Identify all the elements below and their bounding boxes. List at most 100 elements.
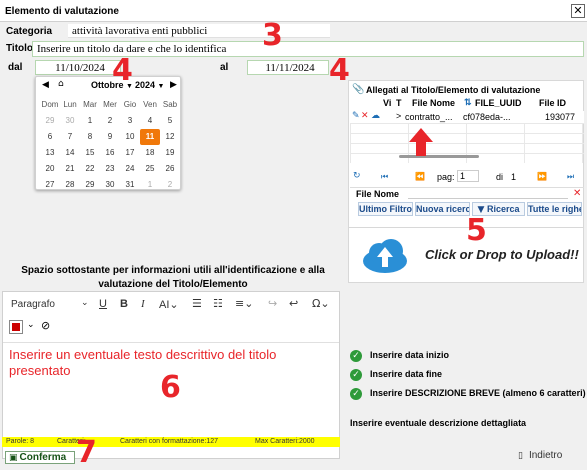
sort-icon[interactable]: ⇅ (464, 97, 472, 108)
calendar-day[interactable]: 8 (80, 129, 100, 145)
from-date-input[interactable]: 11/10/2024 (35, 60, 121, 75)
calendar-day[interactable]: 14 (60, 145, 80, 161)
calendar-day[interactable]: 3 (120, 113, 140, 129)
calendar-day[interactable]: 4 (140, 113, 160, 129)
col-file-uuid[interactable]: FILE_UUID (475, 98, 522, 108)
col-file-id[interactable]: File ID (539, 98, 566, 108)
font-size-icon[interactable]: AI⌄ (159, 298, 179, 311)
calendar-day[interactable]: 31 (120, 177, 140, 193)
calendar-day[interactable]: 24 (120, 161, 140, 177)
annotation-5: 5 (466, 213, 487, 248)
last-filter-button[interactable]: Ultimo Filtro (358, 202, 413, 216)
calendar-day[interactable]: 6 (40, 129, 60, 145)
last-page-icon[interactable]: ⏭ (567, 172, 574, 182)
underline-icon[interactable]: U (99, 298, 107, 310)
calendar-day[interactable]: 1 (80, 113, 100, 129)
text-color-icon[interactable] (9, 320, 23, 334)
col-vi[interactable]: Vi (383, 98, 391, 108)
calendar-day[interactable]: 9 (100, 129, 120, 145)
paragraph-select[interactable]: Paragrafo (11, 299, 55, 310)
calendar-day[interactable]: 25 (140, 161, 160, 177)
calendar-day[interactable]: 7 (60, 129, 80, 145)
to-date-input[interactable]: 11/11/2024 (247, 60, 329, 75)
first-page-icon[interactable]: ⏮ (381, 172, 388, 182)
calendar-day[interactable]: 21 (60, 161, 80, 177)
calendar-day[interactable]: 13 (40, 145, 60, 161)
cloud-icon[interactable]: ☁ (371, 111, 380, 121)
back-icon: ▯ (518, 451, 523, 461)
calendar-day[interactable]: 20 (40, 161, 60, 177)
calendar-day[interactable]: 28 (60, 177, 80, 193)
year-select[interactable]: 2024 ▼ (135, 80, 164, 90)
back-button[interactable]: ▯ Indietro (518, 450, 586, 464)
validation-checklist: ✓ Inserire data inizio ✓ Inserire data fin… (350, 348, 586, 430)
redo-icon[interactable]: ↪ (268, 297, 277, 310)
col-file-name[interactable]: File Nome (412, 98, 455, 108)
italic-icon[interactable]: I (141, 298, 145, 310)
calendar-day[interactable]: 11 (140, 129, 160, 145)
clear-filter-icon[interactable]: ✕ (573, 188, 581, 199)
back-label: Indietro (528, 450, 563, 461)
filter-input[interactable] (408, 189, 568, 199)
check-item-label: Inserire data inizio (370, 350, 450, 360)
new-search-button[interactable]: Nuova ricerca (415, 202, 470, 216)
numbered-list-icon[interactable]: ☷ (213, 297, 223, 310)
calendar-day[interactable]: 26 (160, 161, 180, 177)
calendar-day[interactable]: 5 (160, 113, 180, 129)
calendar-day[interactable]: 12 (160, 129, 180, 145)
confirm-label: Conferma (19, 452, 67, 463)
link-icon[interactable]: ⊘ (41, 319, 50, 332)
delete-icon[interactable]: ✕ (361, 111, 369, 121)
calendar-day[interactable]: 18 (140, 145, 160, 161)
calendar-day[interactable]: 15 (80, 145, 100, 161)
check-item: ✓ Inserire data inizio (350, 348, 586, 367)
home-icon[interactable]: ⌂ (58, 79, 64, 89)
calendar-day[interactable]: 29 (40, 113, 60, 129)
calendar-day[interactable]: 10 (120, 129, 140, 145)
check-note: Inserire eventuale descrizione dettaglia… (350, 418, 527, 428)
refresh-icon[interactable]: ↻ (353, 171, 361, 181)
calendar-day[interactable]: 22 (80, 161, 100, 177)
text-color-dropdown-icon[interactable]: ⌄ (27, 320, 35, 330)
category-field[interactable]: attività lavorativa enti pubblici (68, 24, 330, 38)
all-rows-button[interactable]: Tutte le righe (527, 202, 582, 216)
upload-text: Click or Drop to Upload!! (425, 247, 579, 262)
confirm-button[interactable]: ▣ Conferma (5, 451, 75, 464)
calendar-day[interactable]: 2 (100, 113, 120, 129)
prev-page-icon[interactable]: ⏪ (415, 172, 425, 181)
close-button[interactable]: ✕ (571, 4, 585, 18)
special-char-icon[interactable]: Ω⌄ (312, 297, 330, 310)
page-input[interactable]: 1 (457, 170, 479, 182)
calendar-day[interactable]: 27 (40, 177, 60, 193)
calendar-day[interactable]: 29 (80, 177, 100, 193)
chevron-down-icon[interactable]: ⌄ (81, 298, 89, 308)
undo-icon[interactable]: ↩ (289, 297, 298, 310)
year-label: 2024 (135, 80, 156, 90)
max-chars: Max Caratteri:2000 (255, 438, 315, 445)
chevron-right-icon[interactable]: > (396, 111, 401, 121)
calendar-day[interactable]: 2 (160, 177, 180, 193)
calendar-day[interactable]: 16 (100, 145, 120, 161)
calendar-day[interactable]: 30 (60, 113, 80, 129)
dialog-header: Elemento di valutazione ✕ (0, 0, 587, 22)
calendar-day[interactable]: 30 (100, 177, 120, 193)
calendar-day[interactable]: 1 (140, 177, 160, 193)
editor-instructions: Spazio sottostante per informazioni util… (21, 265, 325, 290)
edit-icon[interactable]: ✎ (352, 111, 360, 121)
editor-divider (3, 342, 339, 343)
total-pages: 1 (511, 172, 517, 182)
col-t[interactable]: T (396, 98, 402, 108)
weekday-label: Dom (41, 100, 59, 109)
calendar-day[interactable]: 23 (100, 161, 120, 177)
bullet-list-icon[interactable]: ☰ (192, 297, 202, 310)
prev-month-icon[interactable]: ◀ (42, 80, 49, 90)
bold-icon[interactable]: B (120, 298, 128, 310)
calendar-day[interactable]: 17 (120, 145, 140, 161)
category-label: Categoria (6, 26, 53, 37)
calendar-day[interactable]: 19 (160, 145, 180, 161)
table-row[interactable]: ✎ ✕ ☁ > contratto_... cf078eda-... 19307… (350, 111, 584, 123)
check-item: ✓ Inserire DESCRIZIONE BREVE (almeno 6 ca… (350, 386, 586, 416)
next-month-icon[interactable]: ▶ (170, 80, 177, 90)
align-icon[interactable]: ≡⌄ (235, 297, 253, 310)
next-page-icon[interactable]: ⏩ (537, 172, 547, 181)
